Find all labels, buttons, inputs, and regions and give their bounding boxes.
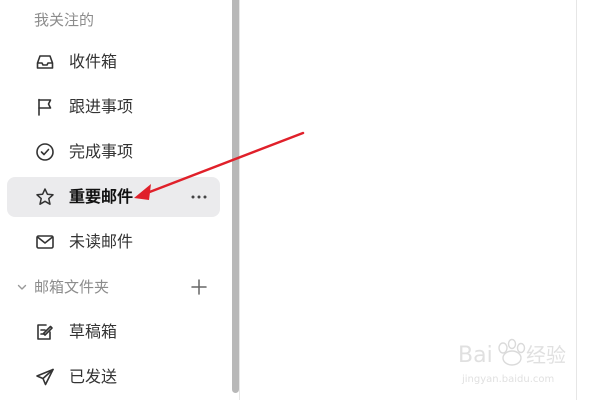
sidebar-item-sent[interactable]: 已发送 <box>7 357 220 397</box>
section-header-following: 我关注的 <box>34 11 95 29</box>
baidu-watermark-logo: Bai 经验 jingyan.baidu.com <box>458 338 566 385</box>
star-icon <box>36 188 54 205</box>
more-options-icon[interactable] <box>190 187 208 207</box>
flag-icon <box>38 98 52 116</box>
svg-text:Bai: Bai <box>458 343 493 368</box>
sidebar: 我关注的 收件箱 跟进事项 完成事项 重要邮件 未读邮件 邮箱文件夹 草稿箱 已… <box>0 0 232 400</box>
svg-text:jingyan.baidu.com: jingyan.baidu.com <box>461 374 554 385</box>
sidebar-item-label: 草稿箱 <box>69 322 118 341</box>
svg-text:经验: 经验 <box>526 343 566 367</box>
draft-edit-icon <box>37 324 53 340</box>
sidebar-item-label: 重要邮件 <box>69 187 134 206</box>
envelope-icon <box>36 235 54 249</box>
chevron-down-icon[interactable] <box>16 281 28 293</box>
sidebar-scrollbar[interactable] <box>232 0 239 393</box>
sidebar-item-drafts[interactable]: 草稿箱 <box>7 312 220 352</box>
folders-section-title: 邮箱文件夹 <box>34 278 110 296</box>
mail-app-window: 我关注的 收件箱 跟进事项 完成事项 重要邮件 未读邮件 邮箱文件夹 草稿箱 已… <box>0 0 600 400</box>
inbox-icon <box>36 55 54 69</box>
sidebar-item-important[interactable]: 重要邮件 <box>7 177 220 217</box>
sidebar-item-label: 已发送 <box>69 367 118 386</box>
sidebar-item-label: 完成事项 <box>69 142 134 161</box>
sidebar-item-completed[interactable]: 完成事项 <box>7 132 220 172</box>
sidebar-item-label: 未读邮件 <box>69 232 134 251</box>
send-icon <box>36 368 54 386</box>
check-circle-icon <box>36 143 54 161</box>
add-folder-icon[interactable] <box>190 278 208 296</box>
sidebar-item-unread[interactable]: 未读邮件 <box>7 222 220 262</box>
sidebar-item-follow-up[interactable]: 跟进事项 <box>7 87 220 127</box>
folders-section-header[interactable]: 邮箱文件夹 <box>0 274 232 300</box>
sidebar-item-label: 收件箱 <box>69 52 118 71</box>
sidebar-item-label: 跟进事项 <box>69 97 134 116</box>
sidebar-item-inbox[interactable]: 收件箱 <box>7 42 220 82</box>
